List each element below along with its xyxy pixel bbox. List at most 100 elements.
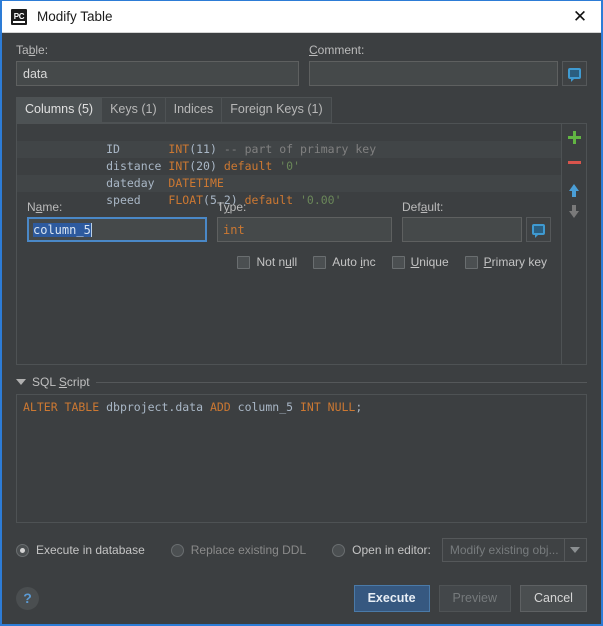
editor-target-value: Modify existing obj... [449, 543, 559, 557]
checkbox-label: Auto inc [332, 255, 376, 269]
column-editor-fields: Name: column_5 Type: int Default: [27, 200, 551, 242]
column-args: (11) [189, 142, 217, 156]
checkbox-auto-inc[interactable]: Auto inc [313, 255, 376, 269]
sql-token-type: INT NULL [293, 400, 356, 414]
column-default-value: '0' [272, 159, 300, 173]
column-name: dateday [106, 176, 155, 190]
tab-foreign-keys[interactable]: Foreign Keys (1) [221, 97, 332, 123]
dialog-body: Table: data Comment: Columns (5) Keys (1… [2, 33, 601, 562]
title-bar: PC Modify Table ✕ [2, 1, 601, 33]
add-column-button[interactable] [565, 128, 583, 146]
output-options: Execute in database Replace existing DDL… [16, 538, 587, 562]
comment-label: Comment: [309, 43, 365, 57]
close-icon[interactable]: ✕ [565, 4, 595, 30]
column-args: (20) [189, 159, 217, 173]
column-default-input[interactable] [402, 217, 522, 242]
checkbox-label: Primary key [483, 255, 547, 269]
divider [95, 381, 587, 383]
sql-token-target: dbproject.data [99, 400, 204, 414]
column-type-input[interactable]: int [217, 217, 392, 242]
checkbox-label: Unique [410, 255, 449, 269]
chevron-down-icon[interactable] [563, 539, 586, 561]
execute-button[interactable]: Execute [353, 584, 430, 612]
radio-indicator [332, 543, 346, 557]
sql-token-add: ADD [203, 400, 231, 414]
checkbox-unique[interactable]: Unique [391, 255, 449, 269]
column-type: INT [168, 142, 190, 156]
comment-expand-button[interactable] [562, 61, 587, 86]
column-flags: Not null Auto inc Unique Primary key [27, 255, 551, 269]
column-rows: ID INT(11) -- part of primary key distan… [17, 124, 561, 207]
default-input-row [402, 217, 551, 242]
name-label: Name: [27, 200, 63, 214]
checkbox-box [237, 255, 251, 269]
checkbox-primary-key[interactable]: Primary key [464, 255, 547, 269]
editor-target-dropdown[interactable]: Modify existing obj... [441, 538, 587, 562]
table-name-input[interactable]: data [16, 61, 299, 86]
tab-columns[interactable]: Columns (5) [16, 97, 102, 123]
default-expand-button[interactable] [526, 217, 551, 242]
checkbox-box [464, 255, 478, 269]
checkbox-label: Not null [256, 255, 298, 269]
pycharm-app-icon: PC [11, 8, 27, 25]
remove-column-button[interactable] [565, 153, 583, 171]
row-pad [120, 142, 168, 156]
default-label: Default: [402, 200, 444, 214]
column-type: DATETIME [168, 176, 224, 190]
remove-icon [567, 160, 581, 164]
column-name: distance [106, 159, 162, 173]
tab-bar: Columns (5) Keys (1) Indices Foreign Key… [16, 97, 587, 123]
sql-script-header[interactable]: SQL Script [16, 375, 587, 389]
comment-input-row [309, 61, 587, 86]
columns-list[interactable]: ID INT(11) -- part of primary key distan… [17, 124, 561, 364]
sql-token-column: column_5 [230, 400, 294, 414]
tab-indices[interactable]: Indices [164, 97, 222, 123]
cancel-button[interactable]: Cancel [520, 584, 587, 612]
table-row[interactable]: ID INT(11) -- part of primary key [17, 124, 561, 156]
footer-actions: Execute Preview Cancel [353, 584, 587, 612]
columns-panel: ID INT(11) -- part of primary key distan… [16, 123, 587, 365]
radio-label: Open in editor: [352, 543, 431, 557]
radio-open-in-editor[interactable]: Open in editor: [332, 543, 431, 557]
row-pad [155, 176, 169, 190]
columns-toolbar [561, 124, 586, 364]
tab-keys[interactable]: Keys (1) [101, 97, 165, 123]
comment-bubble-icon [568, 68, 581, 82]
table-comment-row: Table: data Comment: [16, 43, 587, 86]
move-down-icon [569, 204, 579, 218]
column-type: INT [168, 159, 190, 173]
text-caret [90, 222, 92, 237]
add-icon [567, 130, 581, 144]
comment-bubble-icon [532, 224, 545, 238]
move-up-button[interactable] [565, 178, 583, 197]
column-default-kw: default [216, 159, 273, 173]
default-field-group: Default: [402, 200, 551, 242]
column-comment: -- part of primary key [216, 142, 377, 156]
column-name-input[interactable]: column_5 [27, 217, 207, 242]
checkbox-box [391, 255, 405, 269]
type-label: Type: [217, 200, 247, 214]
sql-token-semicolon: ; [355, 400, 363, 414]
move-down-button[interactable] [565, 203, 583, 221]
comment-field-group: Comment: [309, 43, 587, 86]
column-name-input-value: column_5 [33, 222, 91, 237]
chevron-down-icon[interactable] [16, 379, 26, 385]
checkbox-box [313, 255, 327, 269]
name-field-group: Name: column_5 [27, 200, 207, 242]
radio-replace-existing-ddl[interactable]: Replace existing DDL [170, 543, 307, 557]
help-button[interactable]: ? [16, 586, 39, 610]
table-label: Table: [16, 43, 49, 57]
type-field-group: Type: int [217, 200, 392, 242]
checkbox-not-null[interactable]: Not null [237, 255, 297, 269]
dialog-footer: ? Execute Preview Cancel [2, 572, 601, 624]
radio-execute-in-database[interactable]: Execute in database [16, 543, 145, 557]
sql-script-title: SQL Script [32, 375, 90, 389]
comment-input[interactable] [309, 61, 558, 86]
preview-button: Preview [438, 584, 511, 612]
radio-label: Execute in database [36, 543, 145, 557]
radio-indicator [170, 543, 184, 557]
sql-script-editor[interactable]: ALTER TABLE dbproject.data ADD column_5 … [16, 394, 587, 523]
radio-label: Replace existing DDL [190, 543, 307, 557]
modify-table-dialog: PC Modify Table ✕ Table: data Comment: C… [0, 0, 603, 626]
column-editor: Name: column_5 Type: int Default: Not nu… [17, 195, 561, 269]
